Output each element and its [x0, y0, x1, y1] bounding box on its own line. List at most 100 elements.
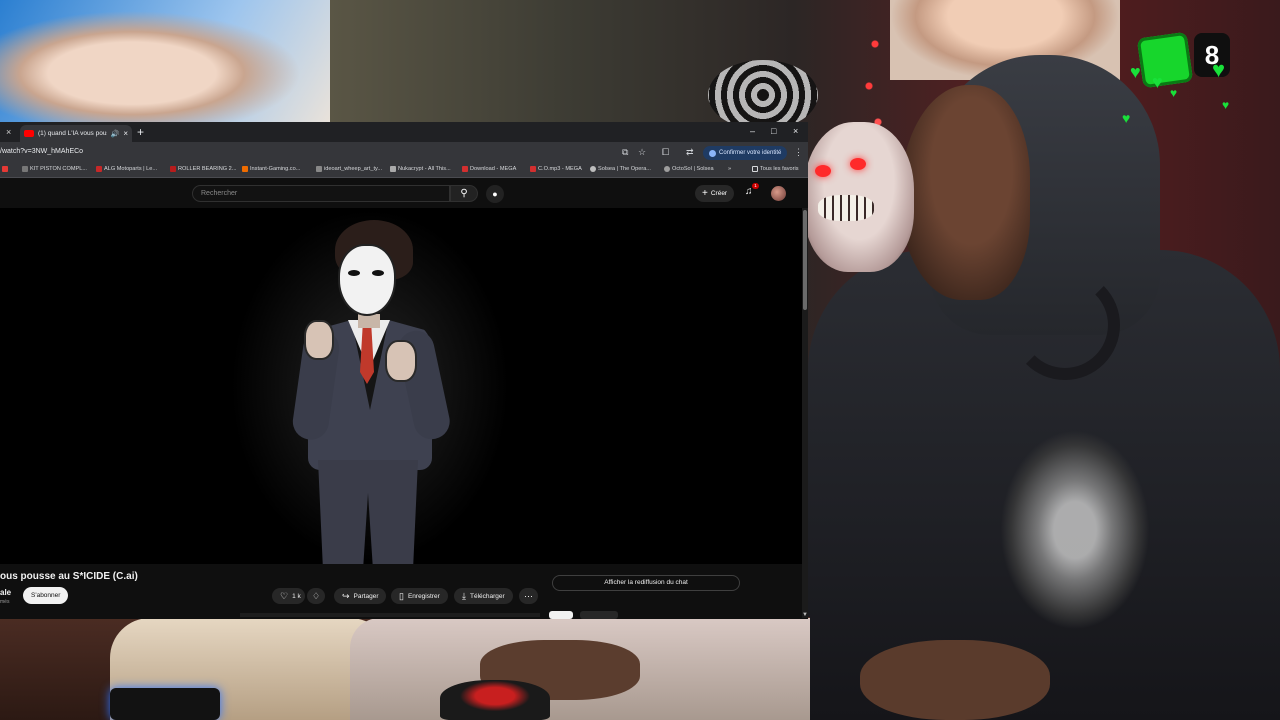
filter-chip[interactable] — [580, 611, 618, 619]
like-count: 1 k — [292, 592, 301, 600]
thumbs-up-icon: ♡ — [280, 590, 289, 601]
bookmark-favicon-icon — [664, 166, 670, 172]
mask-eye-right — [850, 158, 866, 170]
create-button[interactable]: + Créer — [695, 185, 735, 202]
minimize-button[interactable]: – — [750, 126, 755, 136]
bookmark-item[interactable] — [2, 166, 8, 172]
bookmark-item[interactable]: Download - MEGA — [462, 166, 516, 172]
description-strip — [240, 613, 540, 617]
new-tab-button[interactable]: + — [137, 125, 144, 139]
save-label: Enregistrer — [407, 592, 440, 600]
bookmark-label: ideoart_wheep_art_ty... — [324, 166, 383, 172]
tab-title: (1) quand L'IA vous pousse — [38, 130, 107, 137]
bookmark-item[interactable]: OctoSol | Solsea — [664, 166, 714, 172]
bell-icon[interactable]: ♫ — [745, 186, 753, 197]
channel-subscribers: més — [0, 599, 10, 605]
confirm-identity-button[interactable]: Confirmer votre identité — [703, 146, 788, 160]
plus-icon: + — [702, 188, 708, 199]
youtube-favicon-icon — [24, 130, 34, 137]
chat-replay-button[interactable]: Afficher la rediffusion du chat — [552, 575, 740, 591]
character-eye-left — [348, 270, 360, 276]
heart-icon: ♥ — [1130, 62, 1141, 82]
bookmark-item[interactable]: Instant-Gaming.co... — [242, 166, 300, 172]
bookmark-item[interactable]: ROLLER BEARING 2... — [170, 166, 236, 172]
avatar[interactable] — [771, 186, 786, 201]
poster-left — [0, 0, 330, 122]
scrollbar-thumb[interactable] — [803, 210, 807, 310]
download-button[interactable]: ⤓ Télécharger — [454, 588, 513, 604]
bookmark-favicon-icon — [242, 166, 248, 172]
video-title: ous pousse au S*ICIDE (C.ai) — [0, 571, 138, 582]
bookmark-item[interactable]: ideoart_wheep_art_ty... — [316, 166, 382, 172]
mic-icon: ● — [492, 189, 498, 199]
search-input[interactable]: Rechercher — [192, 185, 450, 202]
streamer-face — [900, 85, 1030, 300]
like-button[interactable]: ♡ 1 k — [272, 588, 305, 604]
bookmark-item[interactable]: Solsea | The Opera... — [590, 166, 651, 172]
character-pants — [318, 460, 418, 564]
bookmark-label: ALG Motoparts | Le... — [104, 166, 158, 172]
notification-badge: 1 — [752, 183, 759, 189]
install-icon[interactable]: ⧉ — [622, 147, 628, 158]
puzzle-icon — [1136, 31, 1194, 89]
all-favorites-item[interactable]: Tous les favoris — [752, 166, 799, 172]
bookmark-label: OctoSol | Solsea — [672, 166, 714, 172]
bookmark-favicon-icon — [590, 166, 596, 172]
heart-icon: ♥ — [1122, 110, 1131, 126]
share-icon: ↪ — [342, 590, 350, 601]
bookmark-favicon-icon — [22, 166, 28, 172]
tab-close-icon[interactable]: × — [123, 129, 128, 138]
search-button[interactable]: ⚲ — [450, 185, 478, 202]
gaming-mouse — [440, 680, 550, 720]
bookmark-icon: ▯ — [399, 590, 404, 601]
bookmark-item[interactable]: ALG Motoparts | Le... — [96, 166, 157, 172]
scroll-down-icon[interactable]: ▼ — [802, 612, 808, 618]
channel-name[interactable]: ale — [0, 588, 11, 597]
youtube-header: Rechercher ⚲ ● + Créer ♫ 1 — [0, 178, 808, 208]
speaker-icon[interactable]: 🔊 — [111, 130, 120, 138]
bookmark-label: ROLLER BEARING 2... — [178, 166, 237, 172]
bookmark-label: Solsea | The Opera... — [598, 166, 651, 172]
video-info: ous pousse au S*ICIDE (C.ai) ale més S'a… — [0, 564, 802, 619]
download-icon: ⤓ — [462, 590, 466, 601]
bookmark-item[interactable]: C.O.mp3 - MEGA — [530, 166, 582, 172]
bookmark-label: Nukacrypt - All This... — [398, 166, 451, 172]
bookmark-favicon-icon — [316, 166, 322, 172]
bookmark-item[interactable]: KIT PISTON COMPL... — [22, 166, 87, 172]
bookmark-label: Instant-Gaming.co... — [250, 166, 301, 172]
voice-search-button[interactable]: ● — [486, 185, 504, 203]
mask-teeth — [818, 195, 874, 221]
bookmark-item[interactable]: Nukacrypt - All This... — [390, 166, 451, 172]
video-player[interactable] — [0, 208, 802, 564]
more-icon: ⋯ — [524, 590, 533, 601]
profile-icon — [709, 149, 716, 157]
bookmarks-overflow-icon[interactable]: » — [728, 166, 731, 172]
tab-youtube[interactable]: (1) quand L'IA vous pousse 🔊 × — [20, 125, 132, 142]
bookmark-favicon-icon — [170, 166, 176, 172]
address-bar: /watch?v=3NW_hMAhECo ⧉ ☆ ⧠ ⇄ Confirmer v… — [0, 142, 808, 164]
maximize-button[interactable]: □ — [771, 126, 776, 136]
translate-icon[interactable]: ⇄ — [686, 147, 694, 158]
save-button[interactable]: ▯ Enregistrer — [391, 588, 448, 604]
more-actions-button[interactable]: ⋯ — [519, 588, 538, 604]
thumbs-down-icon: ♢ — [312, 590, 321, 601]
menu-icon[interactable]: ⋮ — [794, 147, 803, 158]
page-scrollbar[interactable]: ▼ — [802, 208, 808, 618]
browser-window: × (1) quand L'IA vous pousse 🔊 × + – □ ×… — [0, 122, 808, 619]
url-field[interactable]: /watch?v=3NW_hMAhECo — [0, 148, 83, 155]
close-window-button[interactable]: × — [793, 126, 798, 136]
dislike-button[interactable]: ♢ — [307, 588, 326, 604]
filter-chip-active[interactable] — [549, 611, 573, 619]
bookmark-star-icon[interactable]: ☆ — [638, 147, 646, 158]
spiral-poster — [708, 60, 818, 130]
bookmark-label: Tous les favoris — [760, 166, 799, 172]
keyboard — [110, 688, 220, 720]
heart-icon: ♥ — [1222, 98, 1230, 112]
share-button[interactable]: ↪ Partager — [334, 588, 387, 604]
character-mask — [338, 244, 396, 316]
close-icon[interactable]: × — [6, 127, 11, 137]
extensions-icon[interactable]: ⧠ — [662, 147, 669, 158]
subscribe-button[interactable]: S'abonner — [23, 587, 69, 604]
bookmark-favicon-icon — [2, 166, 8, 172]
headset — [1010, 270, 1120, 380]
